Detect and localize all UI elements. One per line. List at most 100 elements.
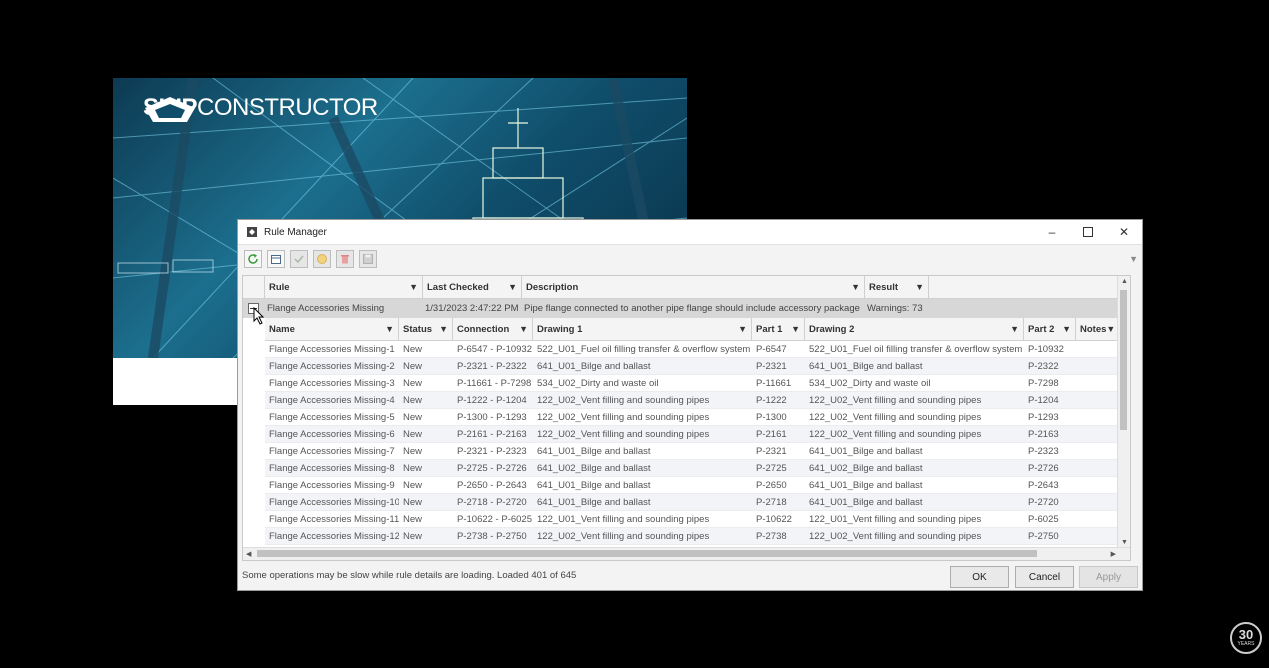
close-button[interactable]: ✕ xyxy=(1106,220,1142,244)
filter-icon[interactable]: ▼ xyxy=(439,324,448,334)
column-header-description[interactable]: Description ▼ xyxy=(522,276,865,298)
cell-status: New xyxy=(403,462,423,474)
save-icon xyxy=(363,254,373,264)
scroll-right-icon[interactable]: ▶ xyxy=(1111,550,1116,558)
check-icon xyxy=(294,255,304,264)
cell-drawing-1: 122_U02_Vent filling and sounding pipes xyxy=(537,428,710,440)
scroll-down-icon[interactable]: ▼ xyxy=(1121,539,1128,546)
header-filler xyxy=(929,276,1130,298)
column-header-name[interactable]: Name ▼ xyxy=(265,318,399,340)
cancel-button[interactable]: Cancel xyxy=(1015,566,1074,588)
cell-part-1: P-1222 xyxy=(756,394,787,406)
filter-icon[interactable]: ▼ xyxy=(409,282,418,292)
column-label: Part 2 xyxy=(1028,323,1055,335)
cell-part-1: P-11661 xyxy=(756,377,792,389)
table-row[interactable]: Flange Accessories Missing-11 New P-10622 … xyxy=(265,511,1130,528)
cell-name: Flange Accessories Missing-3 xyxy=(269,377,395,389)
filter-icon[interactable]: ▼ xyxy=(851,282,860,292)
horizontal-scrollbar[interactable]: ◀ ▶ xyxy=(243,547,1130,560)
apply-button[interactable]: Apply xyxy=(1079,566,1138,588)
maximize-icon xyxy=(1083,227,1093,237)
column-header-notes[interactable]: Notes ▼ xyxy=(1076,318,1120,340)
cell-drawing-2: 534_U02_Dirty and waste oil xyxy=(809,377,931,389)
column-header-part-1[interactable]: Part 1 ▼ xyxy=(752,318,805,340)
group-rule: Flange Accessories Missing xyxy=(267,303,385,314)
column-header-connection[interactable]: Connection ▼ xyxy=(453,318,533,340)
vertical-scroll-thumb[interactable] xyxy=(1120,290,1127,430)
refresh-button[interactable] xyxy=(244,250,262,268)
column-header-drawing-2[interactable]: Drawing 2 ▼ xyxy=(805,318,1024,340)
filter-icon[interactable]: ▼ xyxy=(519,324,528,334)
cell-name: Flange Accessories Missing-1 xyxy=(269,343,395,355)
coin-button[interactable] xyxy=(313,250,331,268)
column-label: Name xyxy=(269,323,295,335)
column-header-result[interactable]: Result ▼ xyxy=(865,276,929,298)
cell-drawing-1: 534_U02_Dirty and waste oil xyxy=(537,377,659,389)
rule-manager-dialog: Rule Manager – ✕ ▼ Rule ▼ Last Checked ▼ xyxy=(237,219,1143,591)
schedule-button[interactable] xyxy=(267,250,285,268)
filter-icon[interactable]: ▼ xyxy=(915,282,924,292)
delete-icon xyxy=(341,255,349,264)
chevron-down-icon[interactable]: ▼ xyxy=(1129,254,1138,264)
table-row[interactable]: Flange Accessories Missing-6 New P-2161 - … xyxy=(265,426,1130,443)
horizontal-scroll-thumb[interactable] xyxy=(257,550,1037,557)
column-header-status[interactable]: Status ▼ xyxy=(399,318,453,340)
title-bar[interactable]: Rule Manager – ✕ xyxy=(238,220,1142,245)
column-label: Drawing 1 xyxy=(537,323,583,335)
filter-icon[interactable]: ▼ xyxy=(1106,324,1115,334)
minimize-button[interactable]: – xyxy=(1034,220,1070,244)
filter-icon[interactable]: ▼ xyxy=(738,324,747,334)
table-row[interactable]: Flange Accessories Missing-10 New P-2718 -… xyxy=(265,494,1130,511)
table-row[interactable]: Flange Accessories Missing-8 New P-2725 - … xyxy=(265,460,1130,477)
column-label: Part 1 xyxy=(756,323,783,335)
cell-drawing-1: 641_U01_Bilge and ballast xyxy=(537,445,651,457)
table-row[interactable]: Flange Accessories Missing-1 New P-6547 - … xyxy=(265,341,1130,358)
filter-icon[interactable]: ▼ xyxy=(508,282,517,292)
column-header-rule[interactable]: Rule ▼ xyxy=(265,276,423,298)
maximize-button[interactable] xyxy=(1070,220,1106,244)
cell-part-1: P-2321 xyxy=(756,445,787,457)
cell-part-1: P-10622 xyxy=(756,513,792,525)
filter-icon[interactable]: ▼ xyxy=(385,324,394,334)
calendar-icon xyxy=(271,255,281,264)
column-header-part-2[interactable]: Part 2 ▼ xyxy=(1024,318,1076,340)
scroll-left-icon[interactable]: ◀ xyxy=(246,550,251,558)
cell-connection: P-11661 - P-7298 xyxy=(457,377,532,389)
cell-part-2: P-1293 xyxy=(1028,411,1059,423)
column-label: Status xyxy=(403,323,433,335)
cell-part-2: P-10932 xyxy=(1028,343,1064,355)
cell-drawing-2: 122_U02_Vent filling and sounding pipes xyxy=(809,530,982,542)
filter-icon[interactable]: ▼ xyxy=(791,324,800,334)
cell-drawing-1: 641_U01_Bilge and ballast xyxy=(537,360,651,372)
vertical-scrollbar[interactable]: ▲ ▼ xyxy=(1117,276,1130,548)
filter-icon[interactable]: ▼ xyxy=(1010,324,1019,334)
column-header-last-checked[interactable]: Last Checked ▼ xyxy=(423,276,522,298)
table-row[interactable]: Flange Accessories Missing-12 New P-2738 -… xyxy=(265,528,1130,545)
delete-button[interactable] xyxy=(336,250,354,268)
expander-header xyxy=(243,276,265,298)
table-row[interactable]: Flange Accessories Missing-3 New P-11661 -… xyxy=(265,375,1130,392)
cell-connection: P-2161 - P-2163 xyxy=(457,428,527,440)
ok-button[interactable]: OK xyxy=(950,566,1009,588)
cell-status: New xyxy=(403,496,423,508)
cell-part-2: P-1204 xyxy=(1028,394,1059,406)
column-label: Result xyxy=(869,281,899,293)
table-row[interactable]: Flange Accessories Missing-9 New P-2650 - … xyxy=(265,477,1130,494)
table-row[interactable]: Flange Accessories Missing-7 New P-2321 - … xyxy=(265,443,1130,460)
table-row[interactable]: Flange Accessories Missing-2 New P-2321 - … xyxy=(265,358,1130,375)
cell-status: New xyxy=(403,428,423,440)
detail-rows: Flange Accessories Missing-1 New P-6547 - … xyxy=(265,341,1130,560)
column-header-drawing-1[interactable]: Drawing 1 ▼ xyxy=(533,318,752,340)
cell-drawing-2: 122_U02_Vent filling and sounding pipes xyxy=(809,428,982,440)
approve-button[interactable] xyxy=(290,250,308,268)
save-button[interactable] xyxy=(359,250,377,268)
filter-icon[interactable]: ▼ xyxy=(1062,324,1071,334)
badge-number: 30 xyxy=(1238,627,1254,642)
cell-part-1: P-2321 xyxy=(756,360,787,372)
table-row[interactable]: Flange Accessories Missing-5 New P-1300 - … xyxy=(265,409,1130,426)
table-row[interactable]: Flange Accessories Missing-4 New P-1222 - … xyxy=(265,392,1130,409)
cell-part-2: P-2726 xyxy=(1028,462,1059,474)
scroll-up-icon[interactable]: ▲ xyxy=(1121,278,1128,285)
column-label: Rule xyxy=(269,281,290,293)
rule-group-row[interactable]: Flange Accessories Missing 1/31/2023 2:4… xyxy=(243,299,1130,318)
